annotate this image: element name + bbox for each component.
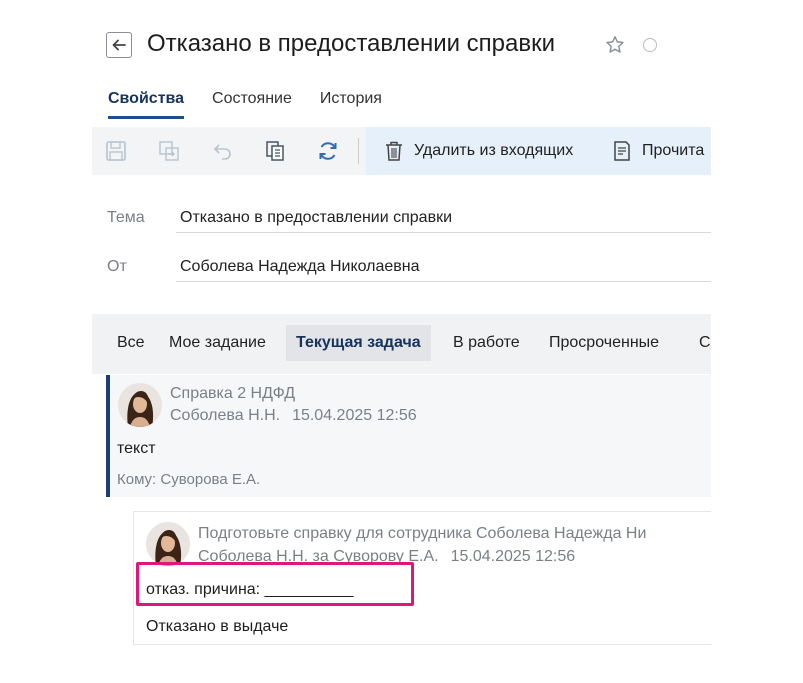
filter-in-progress[interactable]: В работе: [453, 334, 520, 352]
post-text: текст: [117, 440, 156, 457]
arrow-left-icon: [112, 39, 126, 51]
from-label: От: [107, 258, 127, 275]
status-circle-icon[interactable]: [643, 38, 657, 52]
toolbar-divider: [358, 138, 359, 164]
mark-read-label: Прочита: [642, 142, 705, 159]
tab-history[interactable]: История: [320, 90, 382, 119]
copy-icon[interactable]: [264, 140, 286, 162]
save-icon[interactable]: [105, 140, 127, 162]
filter-my-task[interactable]: Мое задание: [169, 334, 266, 352]
trash-icon: [386, 141, 402, 161]
back-button[interactable]: [106, 32, 132, 58]
forward-icon[interactable]: [158, 140, 180, 162]
from-underline: [176, 281, 711, 282]
task-date: 15.04.2025 12:56: [450, 548, 576, 565]
filter-overdue[interactable]: Просроченные: [549, 334, 659, 352]
post-author[interactable]: Соболева Н.Н.: [170, 407, 280, 425]
post-title[interactable]: Справка 2 НДФД: [170, 385, 295, 403]
from-value[interactable]: Соболева Надежда Николаевна: [180, 258, 420, 276]
tab-properties[interactable]: Свойства: [108, 90, 185, 119]
delete-from-inbox-label: Удалить из входящих: [414, 142, 574, 159]
task-result: Отказано в выдаче: [146, 618, 289, 635]
mark-read-button[interactable]: Прочита: [612, 140, 704, 162]
delete-from-inbox-button[interactable]: Удалить из входящих: [384, 140, 573, 162]
tab-state[interactable]: Состояние: [212, 90, 292, 119]
post-meta: Соболева Н.Н. 15.04.2025 12:56: [170, 407, 417, 425]
subject-value: Отказано в предоставлении справки: [180, 209, 453, 226]
page-title: Отказано в предоставлении справки: [147, 30, 556, 57]
avatar: [118, 383, 162, 427]
read-document-icon: [614, 141, 630, 161]
subject-underline: [176, 232, 711, 233]
tab-bar: Свойства Состояние История: [108, 90, 410, 119]
subject-label: Тема: [107, 209, 145, 226]
task-title[interactable]: Подготовьте справку для сотрудника Собол…: [198, 525, 711, 543]
filter-more[interactable]: С: [699, 334, 711, 352]
refresh-icon[interactable]: [317, 140, 339, 162]
star-icon[interactable]: [604, 34, 626, 56]
post-date: 15.04.2025 12:56: [292, 407, 417, 424]
filter-all[interactable]: Все: [117, 334, 145, 352]
post-recipient: Кому: Суворова Е.А.: [117, 471, 261, 488]
filter-current-task[interactable]: Текущая задача: [286, 325, 431, 361]
undo-icon[interactable]: [211, 140, 233, 162]
highlight-box: [136, 562, 414, 606]
avatar: [146, 522, 190, 566]
